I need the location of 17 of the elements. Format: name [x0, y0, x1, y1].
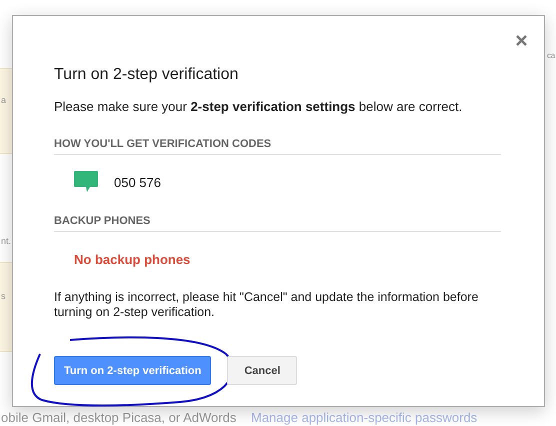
partial-text: nt.: [0, 236, 12, 247]
turn-on-button[interactable]: Turn on 2-step verification: [54, 356, 212, 385]
partial-text: s: [0, 291, 6, 302]
section-heading: HOW YOU'LL GET VERIFICATION CODES: [54, 138, 501, 155]
section-heading: BACKUP PHONES: [54, 215, 501, 232]
note-text: If anything is incorrect, please hit "Cancel" and update the information before turning on 2-step verification.: [54, 290, 480, 320]
partial-text: a: [0, 95, 6, 106]
close-icon[interactable]: [516, 35, 527, 46]
cancel-button[interactable]: Cancel: [227, 356, 298, 385]
empty-message: No backup phones: [74, 252, 190, 266]
dialog-title: Turn on 2-step verification: [54, 65, 240, 85]
phone-number: 050 576: [114, 174, 161, 190]
manage-passwords-link[interactable]: Manage application-specific passwords: [251, 410, 478, 426]
partial-text: ca: [547, 50, 555, 61]
intro-text: Please make sure your 2-step verification settings below are correct.: [54, 99, 464, 115]
chat-bubble-icon: [74, 171, 98, 193]
footer-text: obile Gmail, desktop Picasa, or AdWords: [1, 410, 238, 426]
